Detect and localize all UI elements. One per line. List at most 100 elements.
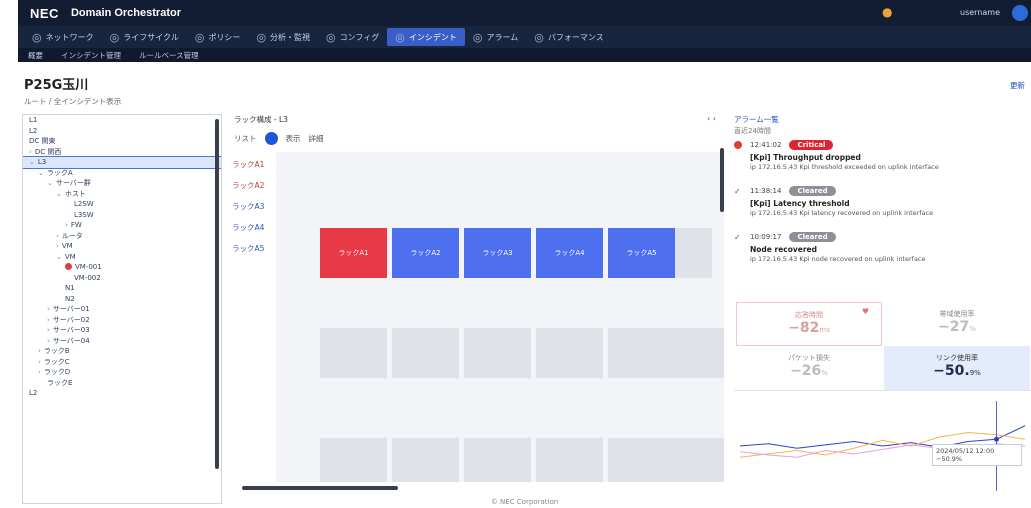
tree-item[interactable]: ⌄ サーバー群 — [23, 178, 221, 189]
rack-list-item[interactable]: ラックA3 — [232, 196, 276, 217]
empty-slot — [672, 328, 724, 378]
tree-chevron-icon[interactable]: › — [38, 368, 41, 376]
tree-item[interactable]: VM-001 — [23, 262, 221, 273]
tree-item[interactable]: › ラックD — [23, 367, 221, 378]
tree-chevron-icon[interactable]: › — [47, 305, 50, 313]
tree-chevron-icon[interactable]: › — [29, 148, 32, 156]
tree-item[interactable]: VM-002 — [23, 273, 221, 284]
tree-item[interactable]: L2 — [23, 388, 221, 399]
tree-chevron-icon[interactable]: ⌄ — [47, 179, 53, 187]
empty-slot — [536, 328, 603, 378]
tree-chevron-icon[interactable]: › — [65, 221, 68, 229]
tree-item-label: サーバー04 — [52, 336, 90, 345]
tree-chevron-icon[interactable]: ⌄ — [56, 190, 62, 198]
nav-item-lifecycle[interactable]: ◎ ライフサイクル — [102, 28, 187, 46]
tree-item[interactable]: L1 — [23, 115, 221, 126]
tree-item-label: ラックC — [43, 357, 70, 366]
status-badge: Cleared — [789, 186, 836, 196]
nav-item-network[interactable]: ◎ ネットワーク — [24, 28, 102, 46]
tree-item[interactable]: › サーバー01 — [23, 304, 221, 315]
tree-item[interactable]: › ルータ — [23, 231, 221, 242]
rack-node[interactable]: ラックA2 — [392, 228, 459, 278]
rack-list-item[interactable]: ラックA2 — [232, 175, 276, 196]
alarm-header: ✓ 10:09:17 Cleared — [734, 232, 1031, 242]
nav-item-performance[interactable]: ◎ パフォーマンス — [526, 28, 611, 46]
refresh-button[interactable]: 更新 — [1010, 80, 1025, 91]
tool-view[interactable]: 表示 — [286, 133, 301, 144]
tree-item-label: ラックD — [43, 368, 71, 376]
tree-item[interactable]: › サーバー02 — [23, 315, 221, 326]
tree-item[interactable]: › ラックB — [23, 346, 221, 357]
nav-item-alarm[interactable]: ◎ アラーム — [465, 28, 526, 46]
tree-chevron-icon[interactable]: › — [47, 316, 50, 324]
nav-item-analytics[interactable]: ◎ 分析・監視 — [248, 28, 318, 46]
tree-chevron-icon[interactable]: ⌄ — [29, 158, 35, 166]
tree-chevron-icon[interactable]: › — [47, 337, 50, 345]
alarm-item[interactable]: ✓ 10:09:17 Cleared Node recovered ip 172.16.… — [734, 232, 1031, 263]
nav-label: ポリシー — [208, 32, 241, 42]
alarm-item[interactable]: ✓ 11:38:14 Cleared [Kpi] Latency threshold i… — [734, 186, 1031, 217]
kpi-card[interactable]: パケット損失 −26% — [736, 346, 882, 390]
alarm-header: 12:41:02 Critical — [734, 140, 1031, 150]
tree-item[interactable]: › サーバー03 — [23, 325, 221, 336]
canvas-vscrollbar[interactable] — [720, 148, 724, 212]
tree-item[interactable]: ⌄ ラックA — [23, 168, 221, 179]
rack-list-item[interactable]: ラックA4 — [232, 217, 276, 238]
avatar[interactable] — [1012, 5, 1028, 21]
rack-list-item[interactable]: ラックA5 — [232, 238, 276, 259]
tree-item[interactable]: › DC 関西 — [23, 147, 221, 158]
tree-chevron-icon[interactable]: › — [38, 358, 41, 366]
tree-chevron-icon[interactable]: ⌄ — [38, 169, 44, 177]
nav-item-policy[interactable]: ◎ ポリシー — [187, 28, 249, 46]
tree-item[interactable]: L3SW — [23, 210, 221, 221]
kpi-card[interactable]: リンク使用率 −50.9% — [884, 346, 1030, 390]
alarm-item[interactable]: 12:41:02 Critical [Kpi] Throughput dropped… — [734, 140, 1031, 171]
tree-item[interactable]: ラックE — [23, 378, 221, 389]
topology-pager[interactable]: ‹ › — [707, 114, 716, 123]
subnav-item[interactable]: ルールベース管理 — [139, 50, 199, 61]
tree-item[interactable]: › FW — [23, 220, 221, 231]
tree-chevron-icon[interactable]: › — [56, 242, 59, 250]
kpi-card[interactable]: ♥ 応答時間 −82ms — [736, 302, 882, 346]
tree-item[interactable]: ⌄ VM — [23, 252, 221, 263]
rack-node[interactable]: ラックA1 — [320, 228, 387, 278]
tree-list: L1 L2 DC 関東 › DC 関西 ⌄ L3 ⌄ ラックA ⌄ サーバー群 ⌄ ホスト L2SW L3S… — [23, 115, 221, 399]
tree-chevron-icon[interactable]: › — [38, 347, 41, 355]
tree-scrollbar[interactable] — [215, 119, 219, 469]
tree-item[interactable]: ⌄ L3 — [23, 156, 221, 169]
breadcrumb[interactable]: ルート / 全インシデント表示 — [24, 96, 121, 107]
tree-chevron-icon[interactable]: › — [47, 326, 50, 334]
tree-item[interactable]: L2SW — [23, 199, 221, 210]
rack-node[interactable]: ラックA3 — [464, 228, 531, 278]
tree-item[interactable]: › サーバー04 — [23, 336, 221, 347]
subnav-item[interactable]: 概要 — [28, 50, 43, 61]
tree-item[interactable]: › ラックC — [23, 357, 221, 368]
tool-detail[interactable]: 詳細 — [309, 133, 324, 144]
tree-item[interactable]: DC 関東 — [23, 136, 221, 147]
tree-item[interactable]: ⌄ ホスト — [23, 189, 221, 200]
subnav-item[interactable]: インシデント管理 — [61, 50, 121, 61]
tool-grid-icon[interactable] — [264, 132, 278, 145]
notification-icon[interactable]: ● — [882, 5, 892, 19]
chart-point[interactable] — [994, 436, 999, 442]
topology-canvas[interactable]: + − ラックA1ラックA2ラックA3ラックA4ラックA5 — [276, 152, 724, 482]
tree-item[interactable]: N2 — [23, 294, 221, 305]
user-name[interactable]: username — [960, 8, 1000, 17]
kpi-card[interactable]: 帯域使用率 −27% — [884, 302, 1030, 346]
kpi-label: パケット損失 — [788, 354, 830, 362]
canvas-hscrollbar[interactable] — [242, 486, 398, 490]
rack-node[interactable]: ラックA4 — [536, 228, 603, 278]
kpi-value: −27% — [884, 319, 1030, 335]
tree-item[interactable]: L2 — [23, 126, 221, 137]
rack-list-item[interactable]: ラックA1 — [232, 154, 276, 175]
tree-chevron-icon[interactable]: ⌄ — [56, 253, 62, 261]
tree-chevron-icon[interactable]: › — [56, 232, 59, 240]
alarm-panel-title[interactable]: アラーム一覧 — [734, 114, 779, 125]
tree-item[interactable]: N1 — [23, 283, 221, 294]
tool-list[interactable]: リスト — [234, 133, 257, 144]
nav-item-incident[interactable]: ◎ インシデント — [387, 28, 465, 46]
nav-item-config[interactable]: ◎ コンフィグ — [318, 28, 387, 46]
rack-node[interactable]: ラックA5 — [608, 228, 675, 278]
kpi-number: −50. — [933, 363, 970, 379]
tree-item[interactable]: › VM — [23, 241, 221, 252]
